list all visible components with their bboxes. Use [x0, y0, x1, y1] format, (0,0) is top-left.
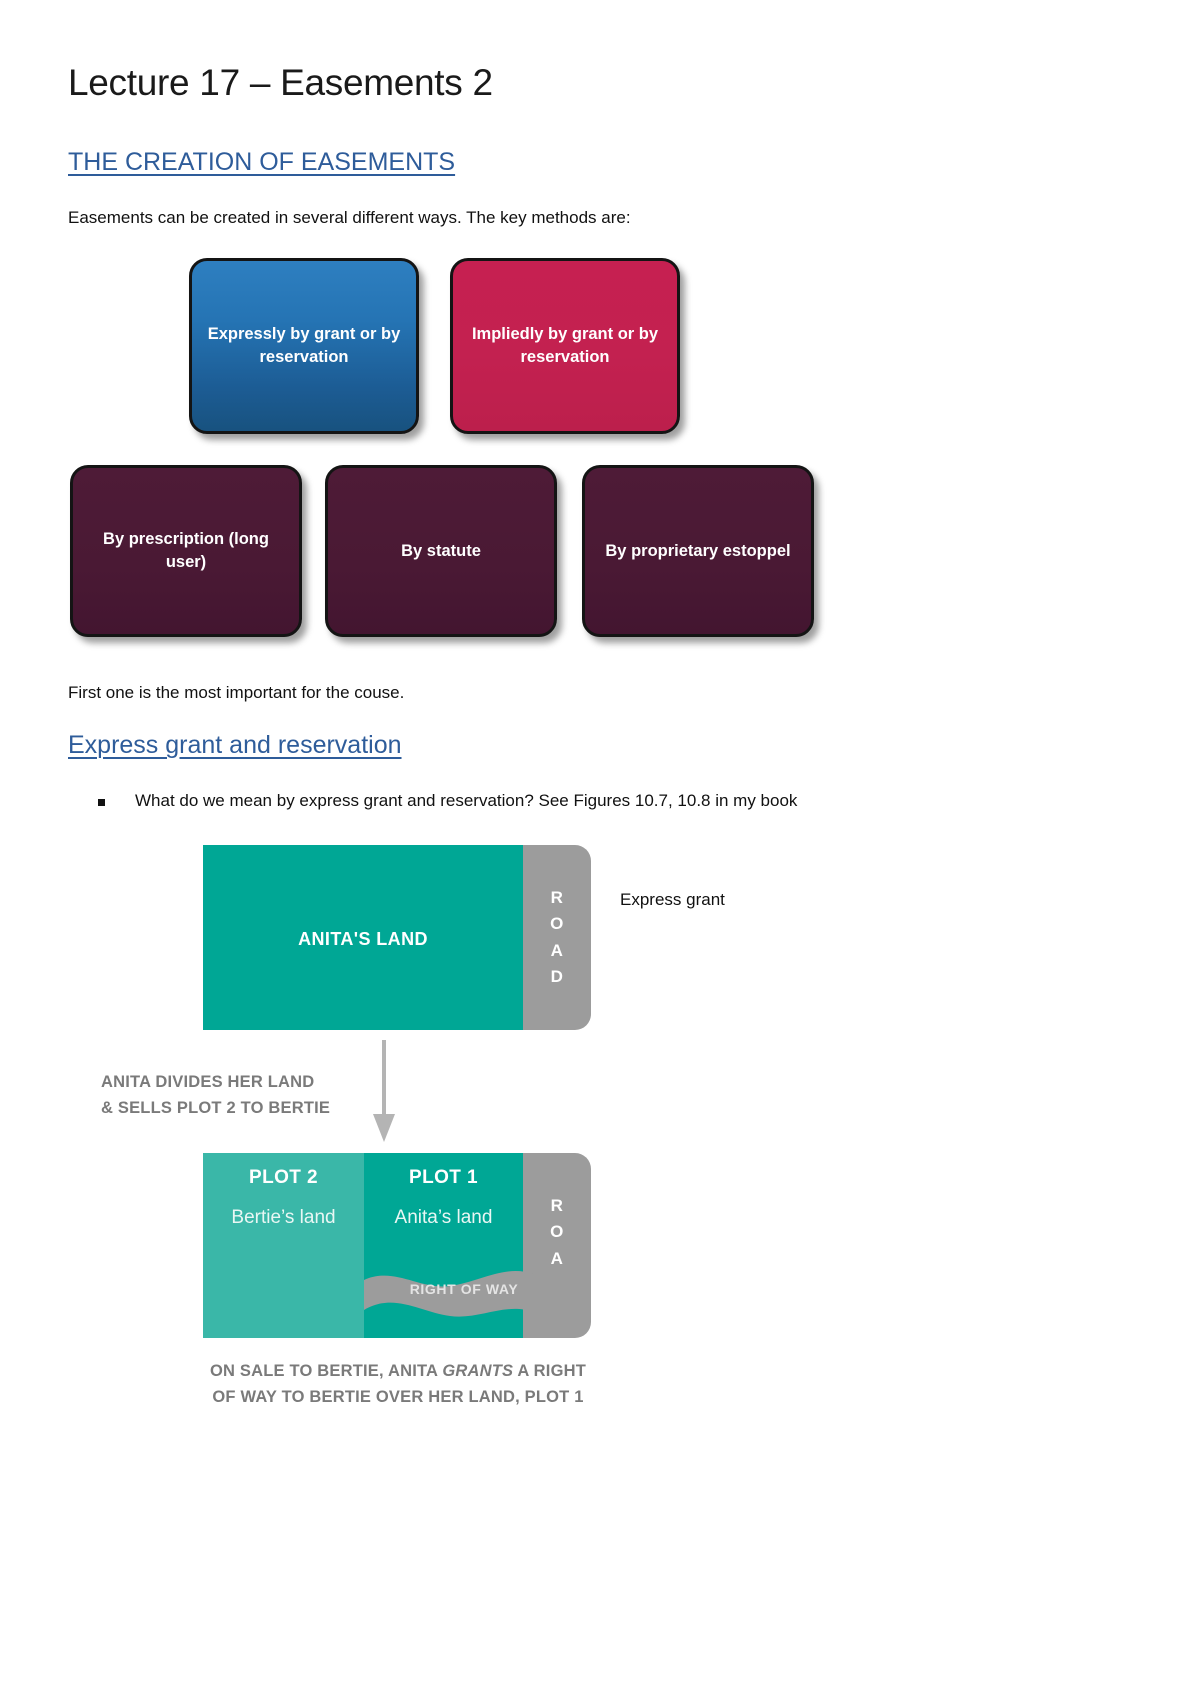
plot-2-subtitle: Bertie’s land	[231, 1207, 336, 1228]
plot-2-title: PLOT 2	[249, 1167, 318, 1188]
method-box-prescription: By prescription (long user)	[70, 465, 302, 637]
intro-paragraph: Easements can be created in several diff…	[68, 208, 631, 227]
figure-after-caption: ON SALE TO BERTIE, ANITA GRANTS A RIGHT …	[203, 1358, 593, 1411]
road-letter: O	[550, 1222, 564, 1242]
road-strip: R O A D	[523, 1153, 591, 1338]
square-bullet-icon	[98, 799, 105, 806]
road-label: R O A D	[550, 885, 564, 990]
document-page: Lecture 17 – Easements 2 THE CREATION OF…	[0, 0, 1200, 1698]
list-item-label: What do we mean by express grant and res…	[135, 791, 798, 810]
method-box-statute: By statute	[325, 465, 557, 637]
arrow-head	[373, 1114, 395, 1142]
transition-line-2: & SELLS PLOT 2 TO BERTIE	[101, 1098, 331, 1117]
anitas-land-label: ANITA'S LAND	[298, 929, 428, 949]
road-letter: A	[550, 1248, 564, 1268]
plot-2-block: PLOT 2 Bertie’s land	[203, 1153, 364, 1338]
transition-line-1: ANITA DIVIDES HER LAND	[101, 1073, 315, 1091]
road-letter: R	[550, 1195, 564, 1215]
transition-text: ANITA DIVIDES HER LAND & SELLS PLOT 2 TO…	[101, 1070, 330, 1121]
method-box-label: By proprietary estoppel	[605, 541, 791, 560]
heading-express-grant-and-reservation[interactable]: Express grant and reservation	[68, 731, 402, 760]
figure-land-after-division: PLOT 2 Bertie’s land PLOT 1 Anita’s land…	[203, 1153, 591, 1338]
down-arrow-icon	[368, 1040, 400, 1145]
method-box-label: By prescription (long user)	[103, 530, 269, 571]
method-box-implied-grant: Impliedly by grant or by reservation	[450, 258, 680, 434]
road-letter: A	[550, 940, 564, 960]
express-grant-annotation: Express grant	[620, 890, 725, 909]
method-box-label: Impliedly by grant or by reservation	[471, 325, 659, 366]
figure-land-before-division: ANITA'S LAND R O A D	[203, 845, 591, 1030]
plot-1-subtitle: Anita’s land	[394, 1207, 493, 1228]
plot-1-block: PLOT 1 Anita’s land	[364, 1153, 523, 1338]
method-box-proprietary-estoppel: By proprietary estoppel	[582, 465, 814, 637]
plot-1-title: PLOT 1	[409, 1167, 478, 1188]
note-paragraph: First one is the most important for the …	[68, 683, 405, 702]
method-box-express-grant: Expressly by grant or by reservation	[189, 258, 419, 434]
road-letter: O	[550, 914, 564, 934]
method-box-label: By statute	[401, 541, 481, 560]
method-box-label: Expressly by grant or by reservation	[207, 325, 401, 366]
heading-creation-of-easements[interactable]: THE CREATION OF EASEMENTS	[68, 148, 455, 177]
right-of-way-label: RIGHT OF WAY	[409, 1281, 519, 1297]
caption-emphasis: GRANTS	[442, 1362, 514, 1380]
list-item: What do we mean by express grant and res…	[98, 791, 797, 811]
road-strip: R O A D	[523, 845, 591, 1030]
arrow-shaft	[382, 1040, 386, 1116]
anitas-land-block: ANITA'S LAND	[203, 845, 523, 1030]
road-letter: D	[550, 966, 564, 986]
page-title: Lecture 17 – Easements 2	[68, 62, 493, 103]
road-letter: R	[550, 887, 564, 907]
caption-part-1: ON SALE TO BERTIE, ANITA	[209, 1362, 443, 1380]
